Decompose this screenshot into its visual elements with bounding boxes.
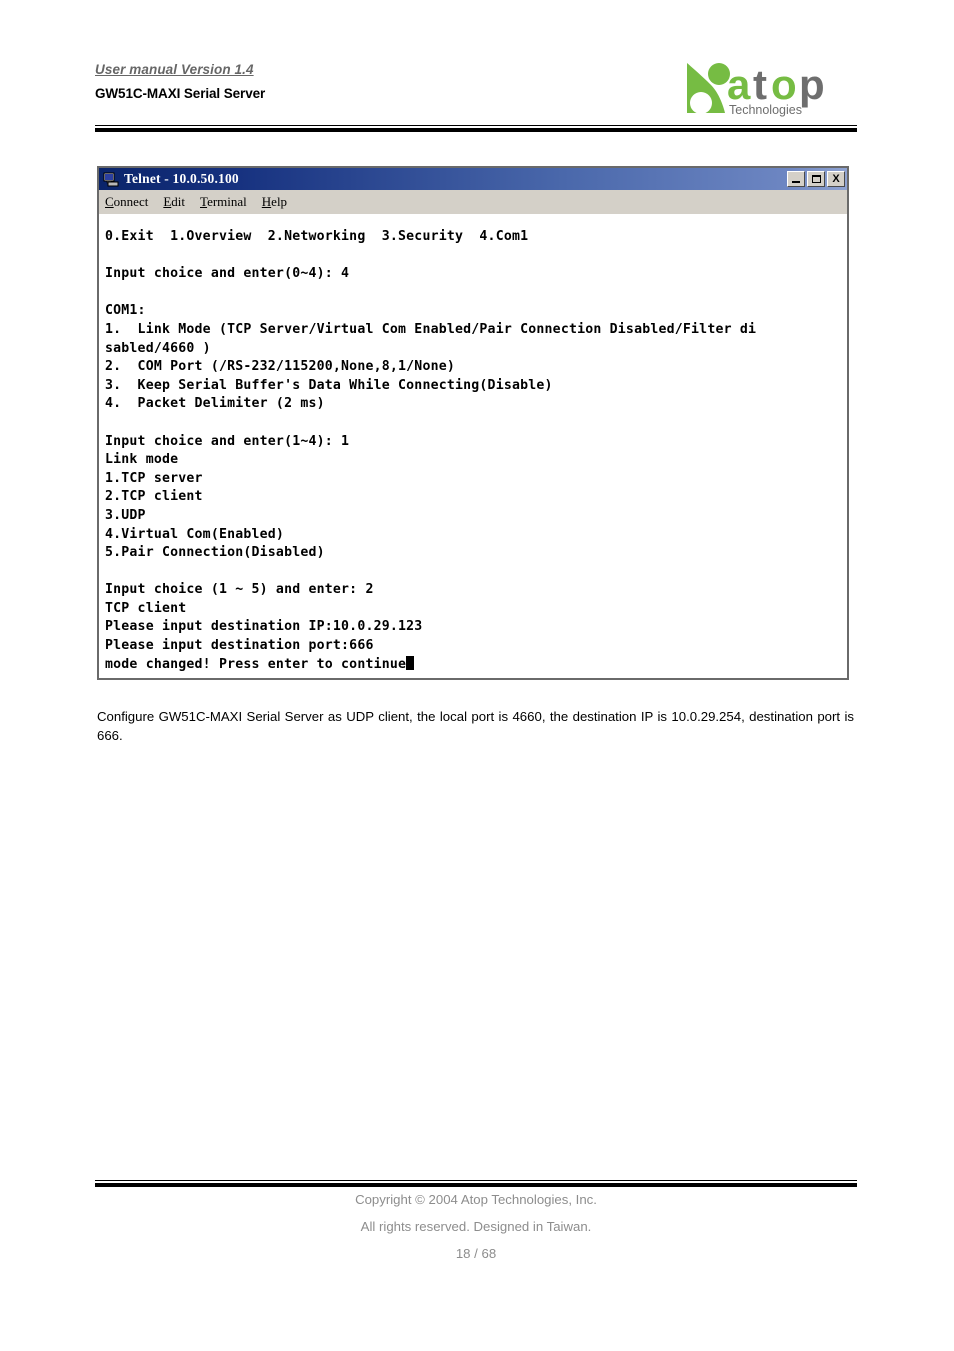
footer-rights: All rights reserved. Designed in Taiwan.	[360, 1219, 592, 1234]
terminal-line: Please input destination IP:10.0.29.123	[105, 619, 423, 635]
close-button[interactable]: X	[827, 171, 845, 187]
menu-item-edit[interactable]: Edit	[163, 194, 185, 210]
maximize-icon	[811, 175, 821, 183]
svg-text:p: p	[799, 61, 825, 108]
manual-page: User manual Version 1.4 GW51C-MAXI Seria…	[0, 0, 954, 1351]
terminal-line: 4. Packet Delimiter (2 ms)	[105, 396, 325, 412]
atop-logo-tagline: Technologies	[729, 103, 802, 117]
atop-logo-mark	[687, 63, 730, 114]
terminal-line: Input choice and enter(0~4): 4	[105, 266, 350, 282]
maximize-button[interactable]	[807, 171, 825, 187]
atop-logo-wordmark: a t o p	[727, 61, 825, 108]
page-title: GW51C-MAXI Serial Server	[95, 86, 266, 101]
terminal-line: 2.TCP client	[105, 489, 203, 505]
svg-text:a: a	[727, 61, 751, 108]
telnet-window: Telnet - 10.0.50.100 X Connect Edit Term…	[97, 166, 849, 681]
page-footer: Copyright © 2004 Atop Technologies, Inc.…	[95, 1192, 857, 1261]
footer-copyright: Copyright © 2004 Atop Technologies, Inc.	[355, 1192, 597, 1207]
terminal-line: 2. COM Port (/RS-232/115200,None,8,1/Non…	[105, 359, 456, 375]
terminal-line: Link mode	[105, 452, 179, 468]
menu-item-connect[interactable]: Connect	[105, 194, 148, 210]
terminal-line-with-cursor: mode changed! Press enter to continue	[105, 655, 847, 675]
footer-page-number: 18 / 68	[455, 1246, 497, 1261]
menu-item-terminal[interactable]: Terminal	[200, 194, 247, 210]
terminal-line: 4.Virtual Com(Enabled)	[105, 526, 285, 542]
terminal-line: 5.Pair Connection(Disabled)	[105, 545, 325, 561]
body-paragraph: Configure GW51C-MAXI Serial Server as UD…	[97, 709, 854, 744]
terminal-line: sabled/4660 )	[105, 340, 211, 356]
terminal-line: 3.UDP	[105, 507, 146, 523]
svg-text:t: t	[753, 61, 767, 108]
terminal-cursor	[406, 655, 415, 670]
terminal-line: 1.TCP server	[105, 470, 203, 486]
telnet-window-title: Telnet - 10.0.50.100	[124, 171, 239, 186]
header-rule-thin	[95, 125, 857, 126]
telnet-terminal-output[interactable]: 0.Exit 1.Overview 2.Networking 3.Securit…	[99, 214, 847, 679]
terminal-line: Input choice (1 ~ 5) and enter: 2	[105, 582, 374, 598]
terminal-line: 3. Keep Serial Buffer's Data While Conne…	[105, 377, 553, 393]
terminal-prompt-text: mode changed! Press enter to continue	[105, 656, 407, 672]
minimize-icon	[792, 181, 800, 183]
terminal-line: TCP client	[105, 600, 187, 616]
minimize-button[interactable]	[787, 171, 805, 187]
telnet-menubar: Connect Edit Terminal Help	[99, 190, 847, 214]
menu-item-help[interactable]: Help	[262, 194, 287, 210]
page-header: User manual Version 1.4 GW51C-MAXI Seria…	[95, 59, 857, 122]
terminal-line: COM1:	[105, 303, 146, 319]
manual-version-label: User manual Version 1.4	[95, 62, 254, 77]
terminal-line: 1. Link Mode (TCP Server/Virtual Com Ena…	[105, 321, 757, 337]
terminal-line: Please input destination port:666	[105, 638, 374, 654]
window-controls: X	[787, 171, 845, 187]
computer-icon	[103, 171, 119, 187]
header-text-block: User manual Version 1.4 GW51C-MAXI Seria…	[95, 62, 265, 101]
atop-logo: a t o p Technologies	[681, 59, 857, 121]
header-rule-thick	[95, 128, 857, 132]
terminal-line: 0.Exit 1.Overview 2.Networking 3.Securit…	[105, 229, 529, 244]
footer-rule-thin	[95, 1180, 857, 1181]
footer-rule-thick	[95, 1183, 857, 1187]
svg-text:o: o	[771, 61, 797, 108]
terminal-line: Input choice and enter(1~4): 1	[105, 433, 350, 449]
telnet-titlebar: Telnet - 10.0.50.100 X	[99, 168, 847, 190]
